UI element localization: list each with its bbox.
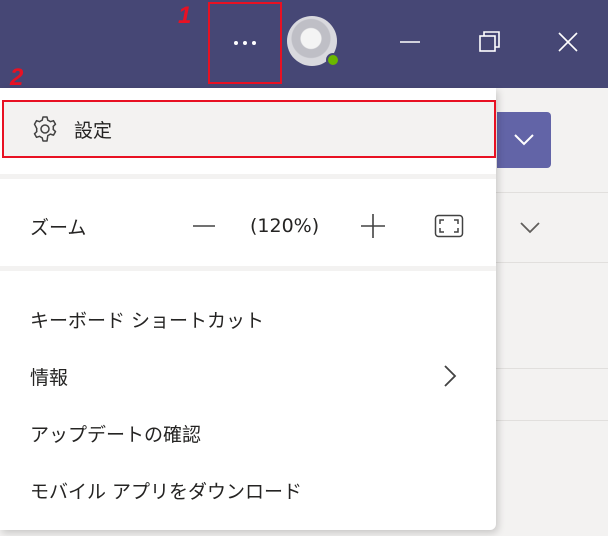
menu-item-label: アップデートの確認 bbox=[30, 423, 202, 446]
callout-number-1: 1 bbox=[178, 2, 192, 29]
gear-icon bbox=[30, 114, 60, 144]
divider bbox=[0, 266, 496, 271]
zoom-row: ズーム (120%) bbox=[0, 202, 496, 250]
restore-icon bbox=[479, 31, 500, 52]
ellipsis-horizontal-icon bbox=[234, 41, 256, 45]
chevron-down-icon bbox=[520, 222, 540, 234]
close-button[interactable] bbox=[548, 22, 588, 62]
fit-to-screen-button[interactable] bbox=[431, 208, 467, 244]
presence-status-icon bbox=[326, 53, 340, 67]
minimize-button[interactable] bbox=[390, 22, 430, 62]
title-bar: 1 bbox=[0, 0, 608, 88]
more-options-menu: 2 設定 ズーム (120%) キーボード ショートカット 情報 アップデートの… bbox=[0, 66, 496, 530]
zoom-label: ズーム bbox=[30, 216, 87, 239]
chevron-right-icon bbox=[438, 364, 462, 388]
menu-item-check-updates[interactable]: アップデートの確認 bbox=[0, 408, 496, 458]
divider bbox=[496, 262, 608, 263]
minus-icon bbox=[193, 225, 215, 227]
menu-item-label: 情報 bbox=[30, 366, 69, 389]
menu-item-download-mobile-app[interactable]: モバイル アプリをダウンロード bbox=[0, 465, 496, 515]
minimize-icon bbox=[400, 41, 420, 43]
callout-number-2: 2 bbox=[10, 64, 24, 91]
chevron-down-icon bbox=[514, 134, 534, 146]
zoom-in-button[interactable] bbox=[355, 208, 391, 244]
plus-icon bbox=[361, 214, 385, 238]
background-chevron[interactable] bbox=[516, 214, 544, 242]
menu-item-label: キーボード ショートカット bbox=[30, 309, 265, 332]
divider bbox=[496, 368, 608, 369]
dropdown-toggle-button[interactable] bbox=[497, 112, 551, 168]
app-window: 1 2 設定 ズーム (120%) キーボード ショートカット 情報 アップデー… bbox=[0, 0, 608, 536]
divider bbox=[0, 174, 496, 179]
divider bbox=[496, 192, 608, 193]
zoom-level: (120%) bbox=[250, 215, 320, 237]
menu-item-label: モバイル アプリをダウンロード bbox=[30, 480, 303, 503]
divider bbox=[496, 420, 608, 421]
close-icon bbox=[558, 32, 578, 52]
more-options-button[interactable] bbox=[208, 2, 282, 84]
menu-item-label: 設定 bbox=[74, 119, 113, 142]
menu-item-settings[interactable]: 設定 bbox=[2, 100, 496, 158]
menu-item-about[interactable]: 情報 bbox=[0, 351, 496, 401]
fit-to-screen-icon bbox=[434, 214, 464, 238]
zoom-out-button[interactable] bbox=[186, 208, 222, 244]
restore-button[interactable] bbox=[470, 22, 510, 62]
menu-item-keyboard-shortcuts[interactable]: キーボード ショートカット bbox=[0, 294, 496, 344]
